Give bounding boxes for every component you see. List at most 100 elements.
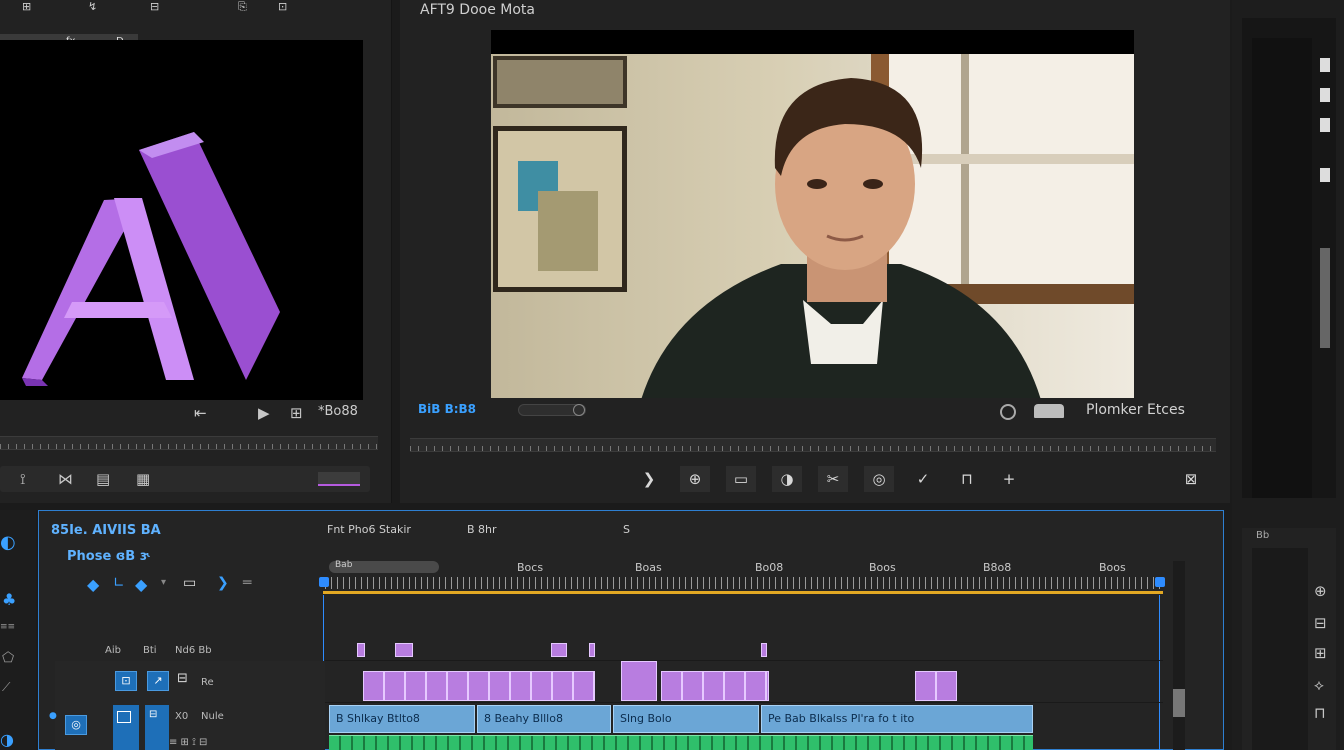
video-clip-group-2[interactable] xyxy=(661,671,769,701)
tool-icon-a[interactable]: ⊕ xyxy=(1314,582,1327,600)
a1-fx-icon[interactable]: X0 xyxy=(175,711,188,722)
timeline-panel: 85Ie. AIVIIS BA Phose ɞB ɝ Fnt Pho6 Stak… xyxy=(38,510,1224,750)
tool-icon-b[interactable]: ⊟ xyxy=(1314,614,1327,632)
meter-icon-4[interactable] xyxy=(1320,168,1330,182)
timeline-ruler-ticks[interactable] xyxy=(325,577,1163,589)
step-forward-button[interactable]: ❯ xyxy=(634,466,664,492)
work-area-start-handle[interactable] xyxy=(319,577,329,587)
source-play-button[interactable]: ▶ xyxy=(258,404,270,422)
ripple-tool-icon[interactable]: ♣ xyxy=(2,590,16,609)
source-top-icon-3[interactable]: ⊟ xyxy=(150,0,159,13)
next-edit-icon[interactable]: ❯ xyxy=(217,575,229,591)
hand-tool-icon[interactable]: ◑ xyxy=(0,730,14,749)
export-frame-button[interactable]: ⊓ xyxy=(952,466,982,492)
sequence-timecode[interactable]: Phose ɞB ɝ xyxy=(67,549,150,564)
audio-clip-2[interactable]: 8 Beahy Blllo8 xyxy=(477,705,611,733)
marker-clip[interactable] xyxy=(357,643,365,657)
extract-button[interactable]: ◎ xyxy=(864,466,894,492)
v1-toggle-output-icon[interactable]: ⊟ xyxy=(177,671,188,686)
source-video-frame[interactable] xyxy=(0,40,363,400)
snap-icon[interactable]: ◆ xyxy=(87,575,99,594)
header-item-1: Fnt Pho6 Stakir xyxy=(327,523,411,536)
program-video-frame[interactable] xyxy=(491,30,1134,398)
source-scrub-ruler[interactable] xyxy=(0,436,378,450)
audio-clip-4[interactable]: Pe Bab Blkalss Pl'ra fo t ito xyxy=(761,705,1033,733)
source-toolbar: ⟟ ⋈ ▤ ▦ xyxy=(0,466,370,492)
video-clip-group-1[interactable] xyxy=(363,671,595,701)
work-area-end-handle[interactable] xyxy=(1155,577,1165,587)
meter-icon-3[interactable] xyxy=(1320,118,1330,132)
razor-button[interactable]: ✂ xyxy=(818,466,848,492)
marker-icon[interactable]: ◆ xyxy=(135,575,147,594)
tool-icon-d[interactable]: ⟡ xyxy=(1314,676,1324,694)
track-row-v2 xyxy=(325,637,1163,661)
overwrite-button[interactable]: ▭ xyxy=(726,466,756,492)
marker-clip[interactable] xyxy=(395,643,413,657)
source-tool-4[interactable]: ▦ xyxy=(136,470,150,488)
a1-solo-block[interactable]: ⊟ xyxy=(145,705,169,750)
settings-icon[interactable]: ═ xyxy=(243,575,251,591)
program-monitor-title: AFT9 Dooe Mota xyxy=(420,2,535,18)
meter-scroll[interactable] xyxy=(1320,248,1330,348)
tool-icon-e[interactable]: ⊓ xyxy=(1314,704,1326,722)
pen-tool-icon[interactable]: ⟋ xyxy=(2,680,10,695)
a1-record-dot[interactable]: ● xyxy=(49,711,57,721)
a1-solo-icon[interactable]: ⊟ xyxy=(149,709,157,720)
scroll-thumb[interactable] xyxy=(1173,689,1185,717)
marker-dropdown-icon[interactable]: ▾ xyxy=(161,577,166,588)
source-insert-button[interactable]: ⊞ xyxy=(290,404,303,422)
audio-clip-3[interactable]: Slng Bolo xyxy=(613,705,759,733)
source-tool-3[interactable]: ▤ xyxy=(96,470,110,488)
linked-selection-icon[interactable]: ∟ xyxy=(113,575,125,591)
a1-source-patch[interactable]: ◎ xyxy=(65,715,87,735)
work-area-bar[interactable] xyxy=(323,591,1163,594)
program-scrub-ruler[interactable] xyxy=(410,438,1216,452)
purple-logo-image xyxy=(22,132,280,386)
source-top-icon-1[interactable]: ⊞ xyxy=(22,0,31,13)
marker-clip[interactable] xyxy=(761,643,767,657)
selection-tool-icon[interactable]: ◐ xyxy=(0,532,16,553)
audio-clip-1[interactable]: B Shlkay Btlto8 xyxy=(329,705,475,733)
a1-mute-icon[interactable] xyxy=(117,711,131,723)
zoom-scrollbar[interactable]: Bab xyxy=(329,560,439,573)
audio-waveform-track[interactable] xyxy=(329,735,1033,750)
lift-button[interactable]: ◑ xyxy=(772,466,802,492)
a1-track-block[interactable] xyxy=(113,705,139,750)
caption-icon[interactable]: ▭ xyxy=(183,575,196,591)
marker-clip[interactable] xyxy=(589,643,595,657)
header-item-3: S xyxy=(623,523,630,536)
program-zoom-slider[interactable] xyxy=(518,404,586,416)
source-top-icon-4[interactable]: ⎘ xyxy=(238,0,247,14)
v1-sync-lock[interactable]: ⊡ xyxy=(115,671,137,691)
wall-frame-2 xyxy=(493,126,627,292)
source-mark-in-button[interactable]: ⇤ xyxy=(194,404,207,422)
video-clip-group-3[interactable] xyxy=(915,671,957,701)
audio-meter-container xyxy=(1242,18,1336,498)
program-export-icon[interactable]: ⊠ xyxy=(1176,466,1206,492)
confirm-button[interactable]: ✓ xyxy=(908,466,938,492)
source-tool-2[interactable]: ⋈ xyxy=(58,470,73,488)
wall-frame-1 xyxy=(493,56,627,108)
slip-tool-icon[interactable]: ⬠ xyxy=(2,650,14,666)
meter-icon-2[interactable] xyxy=(1320,88,1330,102)
tool-icon-c[interactable]: ⊞ xyxy=(1314,644,1327,662)
source-tool-1[interactable]: ⟟ xyxy=(20,470,26,488)
source-top-icon-5[interactable]: ⊡ xyxy=(278,0,287,13)
marker-clip[interactable] xyxy=(551,643,567,657)
a1-track-label: Nule xyxy=(201,711,224,722)
timeline-vertical-scrollbar[interactable] xyxy=(1173,561,1185,750)
audio-meter-panel: Bb ⊕ ⊟ ⊞ ⟡ ⊓ xyxy=(1232,0,1344,750)
source-zoom-control[interactable] xyxy=(318,472,360,486)
program-settings-circle[interactable] xyxy=(1000,404,1016,420)
program-camera-icon[interactable] xyxy=(1034,404,1064,418)
v1-target[interactable]: ↗ xyxy=(147,671,169,691)
insert-button[interactable]: ⊕ xyxy=(680,466,710,492)
video-clip[interactable] xyxy=(621,661,657,701)
add-marker-button[interactable]: + xyxy=(994,466,1024,492)
audio-meter-track xyxy=(1252,38,1312,498)
track-header-label-1: Aib xyxy=(105,645,121,656)
program-timecode[interactable]: BiB B:B8 xyxy=(418,402,490,418)
sequence-name[interactable]: 85Ie. AIVIIS BA xyxy=(51,523,161,538)
meter-icon-1[interactable] xyxy=(1320,58,1330,72)
source-top-icon-2[interactable]: ↯ xyxy=(88,0,97,13)
